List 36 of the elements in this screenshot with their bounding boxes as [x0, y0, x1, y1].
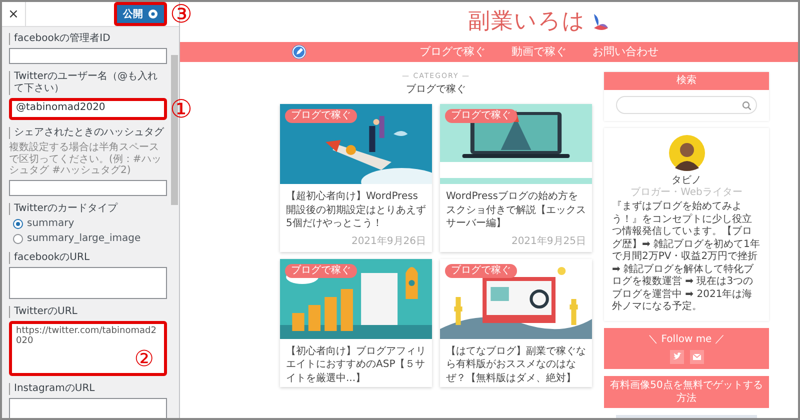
profile-bio: 『まずはブログを始めてみよう！』をコンセプトに少し役立つ情報発信しています。【ブログ歴】➡ 雑記ブログを初めて1年で月間2万PV・収益2万円で挫折 ➡ 雑記ブログを解体して特化ブログを複数運営 ➡ 現在は3つのブログを運営中 ➡ 2021年は海外ノマになる予定。: [612, 201, 761, 314]
field-description: 複数設定する場合は半角スペースで区切ってください。(例：#ハッシュタグ #ハッシュタグ2): [9, 142, 162, 176]
callout-number: ②: [134, 349, 154, 372]
category-tag: ブログで稼ぐ: [285, 264, 357, 278]
profile-role: ブロガー・Webライター: [630, 187, 742, 199]
widget-title: 検索: [604, 72, 769, 90]
post-card[interactable]: ブログで稼ぐ 【超初心者向け】WordPress開設後の初期設定はとりあえず5個だけやっとこう！ 2021年9月26日: [280, 104, 432, 252]
post-title[interactable]: 【はてなブログ】副業で稼ぐなら有料版がおススメなのはなぜ？【無料版はダメ、絶対】: [440, 338, 592, 388]
post-title[interactable]: WordPressブログの始め方をスクショ付きで解説【エックスサーバー編】: [440, 184, 592, 233]
follow-title: ＼ Follow me ／: [648, 332, 725, 346]
publish-button[interactable]: 公開: [117, 5, 164, 23]
post-card[interactable]: ブログで稼ぐ WordPressブログの始め方をスクショ付きで解説【エックスサーバー編】 2021年9月25日: [440, 104, 592, 252]
field-label: シェアされたときのハッシュタグ: [9, 127, 167, 139]
post-date: 2021年9月26日: [350, 234, 427, 249]
field-label: InstagramのURL: [9, 383, 167, 396]
field-label: facebookのURL: [9, 252, 167, 264]
field-label: facebookの管理者ID: [9, 33, 167, 45]
post-card[interactable]: ブログで稼ぐ 【はてなブログ】副業で稼ぐなら有料版がおススメなのはなぜ？【無料版はダメ、絶対】: [440, 258, 592, 388]
post-title[interactable]: 【初心者向け】ブログアフィリエイトにおすすめのASP【５サイトを厳選中...】: [280, 338, 432, 388]
site-logo[interactable]: 副業いろは: [468, 8, 586, 36]
callout-number: ①: [170, 96, 192, 122]
category-tag: ブログで稼ぐ: [285, 109, 357, 124]
callout-number: ③: [170, 2, 192, 26]
profile-name: タビノ: [672, 174, 702, 187]
field-label: Twitterのユーザー名（@も入れて下さい）: [9, 71, 167, 95]
category-tag: ブログで稼ぐ: [445, 109, 517, 124]
field-label: TwitterのURL: [9, 306, 167, 318]
input-field[interactable]: @tabinomad2020: [12, 101, 164, 117]
post-title[interactable]: 【超初心者向け】WordPress開設後の初期設定はとりあえず5個だけやっとこう！: [280, 184, 432, 233]
post-date: 2021年9月25日: [510, 234, 587, 249]
field-label: Twitterのカードタイプ: [9, 202, 167, 214]
radio-label[interactable]: summary: [27, 218, 74, 230]
post-card[interactable]: ブログで稼ぐ 【初心者向け】ブログアフィリエイトにおすすめのASP【５サイトを厳選中...】: [280, 258, 432, 388]
radio-label[interactable]: summary_large_image: [27, 232, 141, 244]
category-tag: ブログで稼ぐ: [445, 264, 517, 278]
category-title: ブログで稼ぐ: [406, 83, 466, 96]
